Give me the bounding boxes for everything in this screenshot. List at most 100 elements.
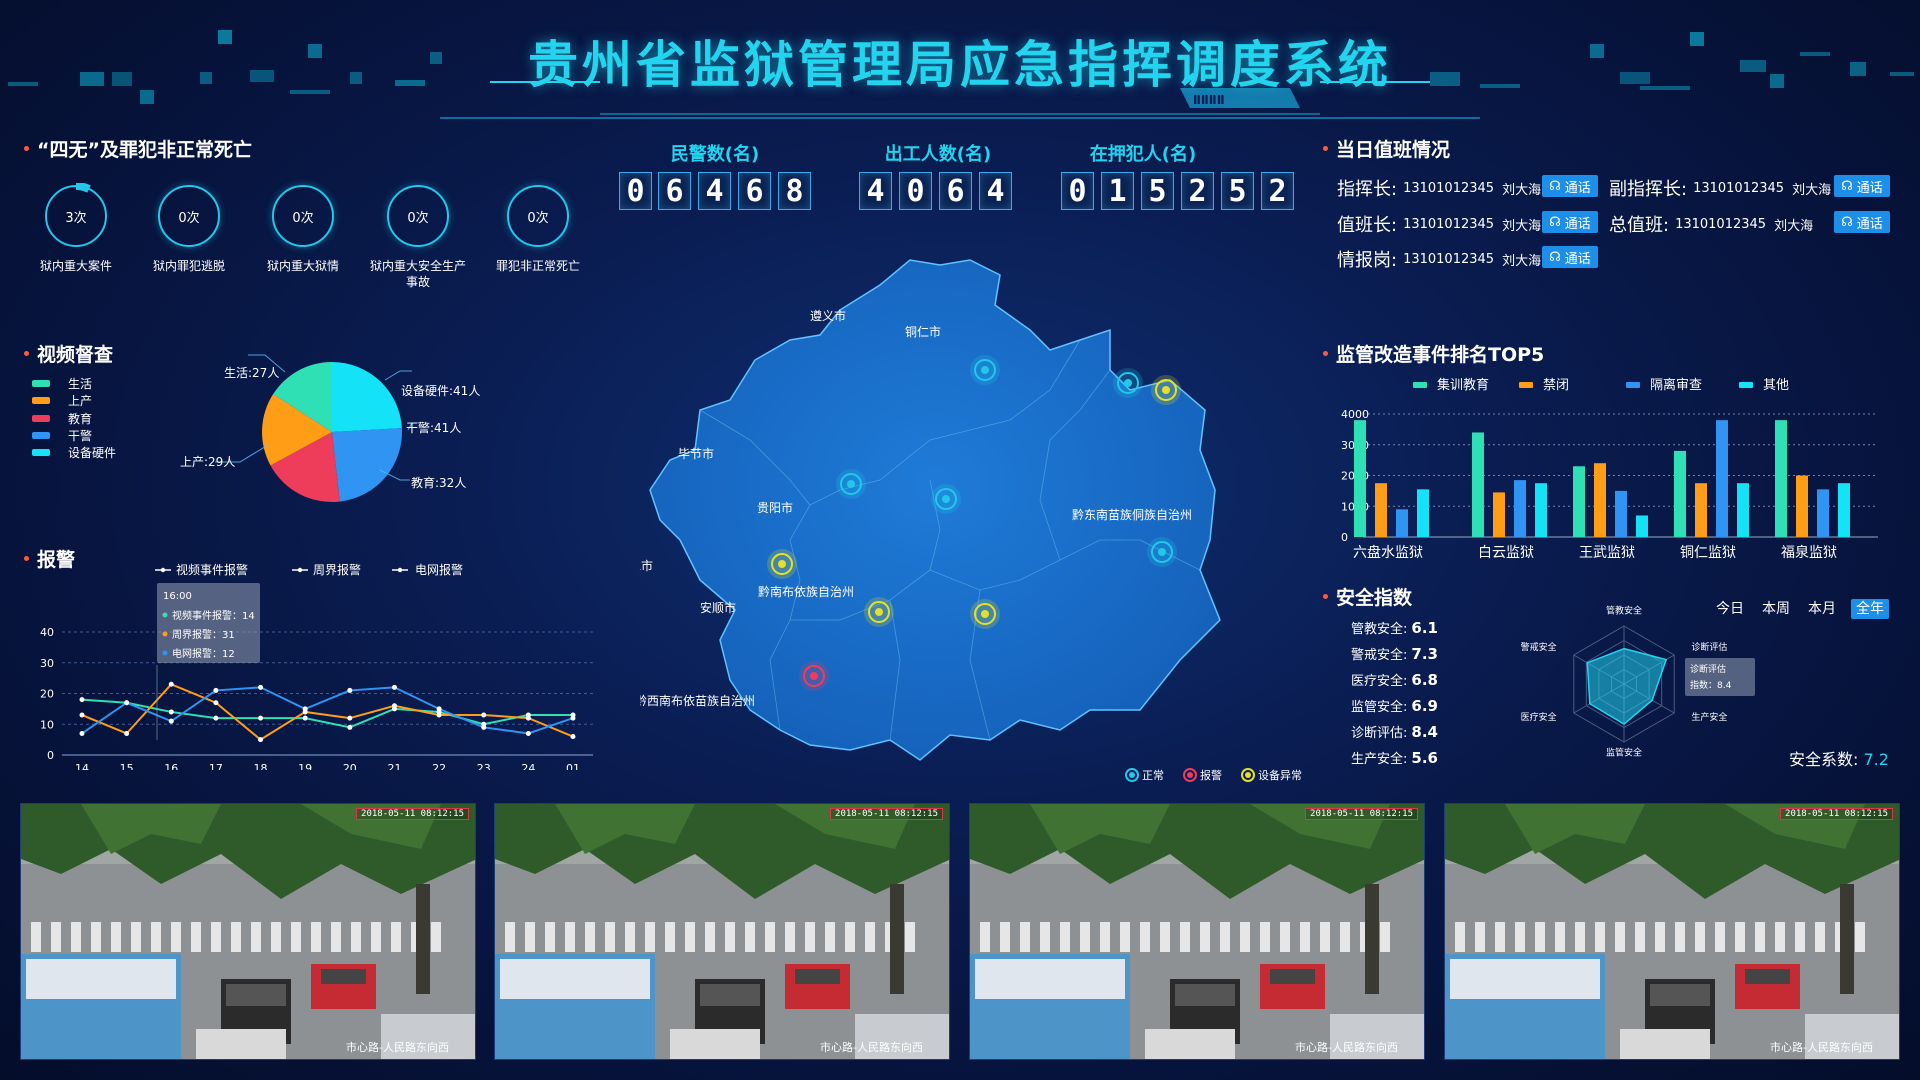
bar: [1716, 420, 1728, 537]
x-tick-label: 福泉监狱: [1781, 544, 1837, 561]
x-tick-label: 15: [120, 762, 134, 770]
bar: [1737, 483, 1749, 537]
y-tick-label: 20: [40, 688, 54, 701]
camera-feed[interactable]: 2018-05-11 08:12:15 市心路-人民路东向西: [494, 803, 950, 1060]
legend-item[interactable]: 生活: [32, 375, 92, 392]
bar: [1535, 483, 1547, 537]
call-button[interactable]: ☊ 通话: [1834, 175, 1890, 197]
call-button[interactable]: ☊ 通话: [1542, 211, 1598, 233]
bar: [1493, 492, 1505, 537]
legend-label: 禁闭: [1543, 378, 1569, 393]
period-today[interactable]: 今日: [1713, 599, 1747, 619]
duty-row: 副指挥长: 13101012345 刘大海: [1609, 179, 1832, 200]
bullet-icon: [1323, 594, 1328, 599]
duty-row: 值班长: 13101012345 刘大海: [1337, 215, 1542, 236]
legend-item[interactable]: 教育: [32, 410, 92, 427]
video-pie-chart: 生活:27人 设备硬件:41人 干警:41人 教育:32人 上产:29人: [180, 354, 480, 502]
map-marker-dot: [942, 495, 950, 503]
svg-text:指数：8.4: 指数：8.4: [1690, 679, 1732, 691]
map-marker-dot: [981, 610, 989, 618]
map-marker-dot: [1124, 379, 1132, 387]
headset-icon: ☊: [1549, 178, 1561, 194]
x-tick-label: 19: [298, 762, 312, 770]
safety-row: 警戒安全: 7.3: [1351, 645, 1438, 663]
data-point: [436, 712, 442, 718]
title-bar: ⅡⅡⅡⅡ 贵州省监狱管理局应急指挥调度系统: [0, 0, 1920, 120]
legend-label: 隔离审查: [1650, 377, 1702, 393]
svg-text:视频事件报警：14: 视频事件报警：14: [172, 609, 255, 622]
legend-label: 集训教育: [1437, 377, 1489, 393]
counter-label: 在押犯人(名): [1089, 144, 1197, 165]
svg-text:周界报警：31: 周界报警：31: [172, 628, 235, 641]
call-button[interactable]: ☊ 通话: [1542, 175, 1598, 197]
x-tick-label: 23: [477, 762, 491, 770]
camera-feed[interactable]: 2018-05-11 08:12:15 市心路-人民路东向西: [1444, 803, 1900, 1060]
call-button[interactable]: ☊ 通话: [1834, 211, 1890, 233]
bar: [1354, 420, 1366, 537]
headset-icon: ☊: [1549, 249, 1561, 265]
pie-label: 上产:29人: [180, 455, 235, 469]
safety-row: 生产安全: 5.6: [1351, 749, 1438, 767]
series-line: [81, 686, 574, 735]
radar-axis-label: 管教安全: [1606, 605, 1642, 617]
duty-row: 情报岗: 13101012345 刘大海: [1337, 250, 1542, 271]
map-marker-dot: [875, 608, 883, 616]
duty-row: 总值班: 13101012345 刘大海: [1609, 215, 1814, 236]
map-marker-dot: [1162, 386, 1170, 394]
radar-axis-label: 生产安全: [1691, 711, 1727, 723]
data-point: [168, 709, 174, 715]
period-year[interactable]: 全年: [1851, 599, 1889, 619]
x-tick-label: 17: [209, 762, 223, 770]
y-tick-label: 10: [40, 718, 54, 731]
data-point: [525, 730, 531, 736]
legend-label: 视频事件报警: [176, 562, 248, 577]
camera-scene-image: [1445, 804, 1899, 1059]
safety-row: 诊断评估: 8.4: [1351, 723, 1438, 741]
bar: [1674, 450, 1686, 537]
headset-icon: ☊: [1549, 214, 1561, 230]
svg-text:电网报警：12: 电网报警：12: [172, 647, 235, 660]
safety-row: 监管安全: 6.9: [1351, 697, 1438, 715]
bar: [1796, 475, 1808, 537]
camera-scene-image: [495, 804, 949, 1059]
map-marker-dot: [1158, 548, 1166, 556]
headset-icon: ☊: [1841, 178, 1853, 194]
radar-axis-label: 监管安全: [1606, 747, 1642, 759]
x-tick-label: 21: [387, 762, 401, 770]
bar: [1775, 420, 1787, 537]
series-line: [81, 683, 574, 741]
legend-swatch: [1739, 382, 1753, 388]
radar-tooltip: 诊断评估 指数：8.4: [1685, 658, 1755, 696]
bar: [1417, 489, 1429, 537]
data-point: [436, 706, 442, 712]
pie-label: 干警:41人: [406, 420, 461, 435]
top5-bar-chart: 集训教育禁闭隔离审查其他 01000200030004000六盘水监狱白云监狱王…: [1341, 377, 1878, 561]
period-week[interactable]: 本周: [1758, 599, 1794, 619]
period-month[interactable]: 本月: [1804, 599, 1840, 619]
call-button[interactable]: ☊ 通话: [1542, 246, 1598, 268]
camera-feed[interactable]: 2018-05-11 08:12:15 市心路-人民路东向西: [20, 803, 476, 1060]
y-tick-label: 0: [47, 749, 54, 762]
legend-item[interactable]: 上产: [32, 392, 92, 409]
legend-label: 设备异常: [1258, 768, 1302, 782]
safety-radar-chart: 管教安全诊断评估生产安全监管安全 医疗安全 警戒安全 诊断评估 指数：8.4: [1521, 605, 1755, 759]
bullet-icon: [24, 146, 29, 151]
svg-text:诊断评估: 诊断评估: [1690, 663, 1726, 675]
map-marker-dot: [981, 366, 989, 374]
x-tick-label: 24: [521, 762, 535, 770]
bar: [1573, 466, 1585, 537]
bullet-icon: [1323, 351, 1328, 356]
bullet-icon: [24, 351, 29, 356]
camera-feed[interactable]: 2018-05-11 08:12:15 市心路-人民路东向西: [969, 803, 1425, 1060]
legend-item[interactable]: 设备硬件: [32, 444, 116, 461]
x-tick-label: 14: [75, 762, 89, 770]
data-point: [258, 737, 264, 743]
data-point: [481, 724, 487, 730]
legend-label: 电网报警: [415, 562, 463, 577]
x-tick-label: 20: [343, 762, 357, 770]
data-point: [124, 730, 130, 736]
camera-scene-image: [21, 804, 475, 1059]
legend-item[interactable]: 干警: [32, 427, 92, 444]
radar-axis-label: 医疗安全: [1521, 711, 1557, 723]
data-point: [347, 724, 353, 730]
